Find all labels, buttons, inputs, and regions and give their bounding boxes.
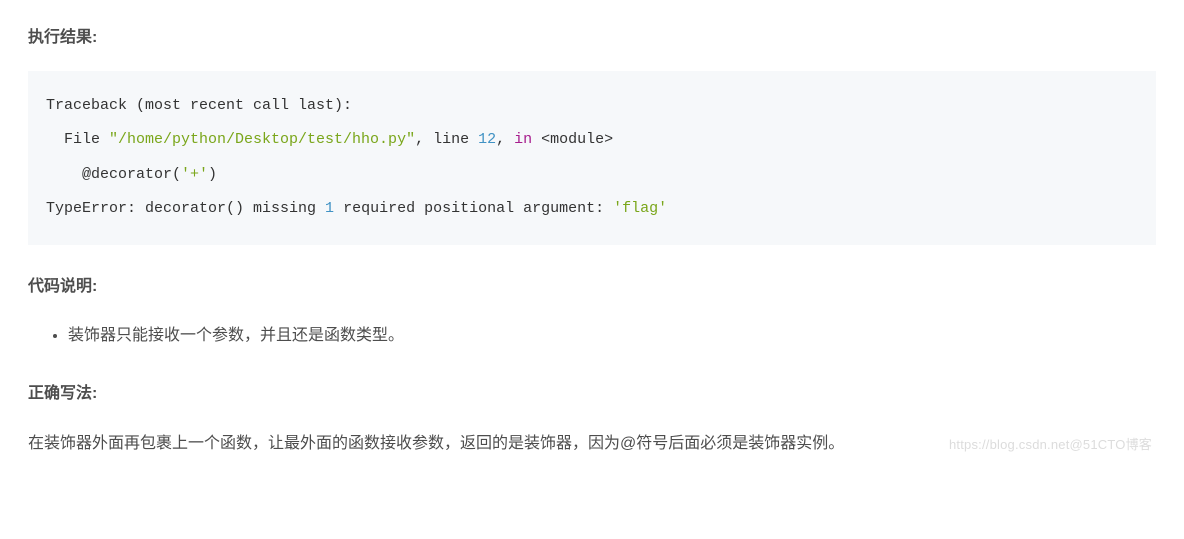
code-line-2-post: , (496, 131, 514, 148)
traceback-code-block: Traceback (most recent call last): File … (28, 71, 1156, 245)
heading-correct: 正确写法: (28, 380, 1156, 409)
code-line-3-close: ) (208, 166, 217, 183)
code-file-path: "/home/python/Desktop/test/hho.py" (109, 131, 415, 148)
code-decorator-arg: '+' (181, 166, 208, 183)
code-line-2-pre: File (46, 131, 109, 148)
code-line-3-pre: @decorator( (46, 166, 181, 183)
code-line-1: Traceback (most recent call last): (46, 97, 352, 114)
heading-result: 执行结果: (28, 24, 1156, 53)
correct-usage-paragraph: 在装饰器外面再包裹上一个函数，让最外面的函数接收参数，返回的是装饰器，因为@符号… (28, 426, 1156, 461)
watermark-text: https://blog.csdn.net@51CTO博客 (949, 431, 1152, 460)
explain-list: 装饰器只能接收一个参数，并且还是函数类型。 (28, 320, 1156, 352)
code-line-2-mid: , line (415, 131, 478, 148)
correct-usage-text: 在装饰器外面再包裹上一个函数，让最外面的函数接收参数，返回的是装饰器，因为@符号… (28, 435, 844, 452)
code-in-keyword: in (514, 131, 532, 148)
code-missing-count: 1 (325, 200, 334, 217)
explain-list-item: 装饰器只能接收一个参数，并且还是函数类型。 (68, 320, 1156, 352)
code-line-4-pre: TypeError: decorator() missing (46, 200, 325, 217)
code-missing-argname: 'flag' (613, 200, 667, 217)
heading-explain: 代码说明: (28, 273, 1156, 302)
code-line-number: 12 (478, 131, 496, 148)
code-line-2-tail: <module> (532, 131, 613, 148)
code-line-4-mid: required positional argument: (334, 200, 613, 217)
